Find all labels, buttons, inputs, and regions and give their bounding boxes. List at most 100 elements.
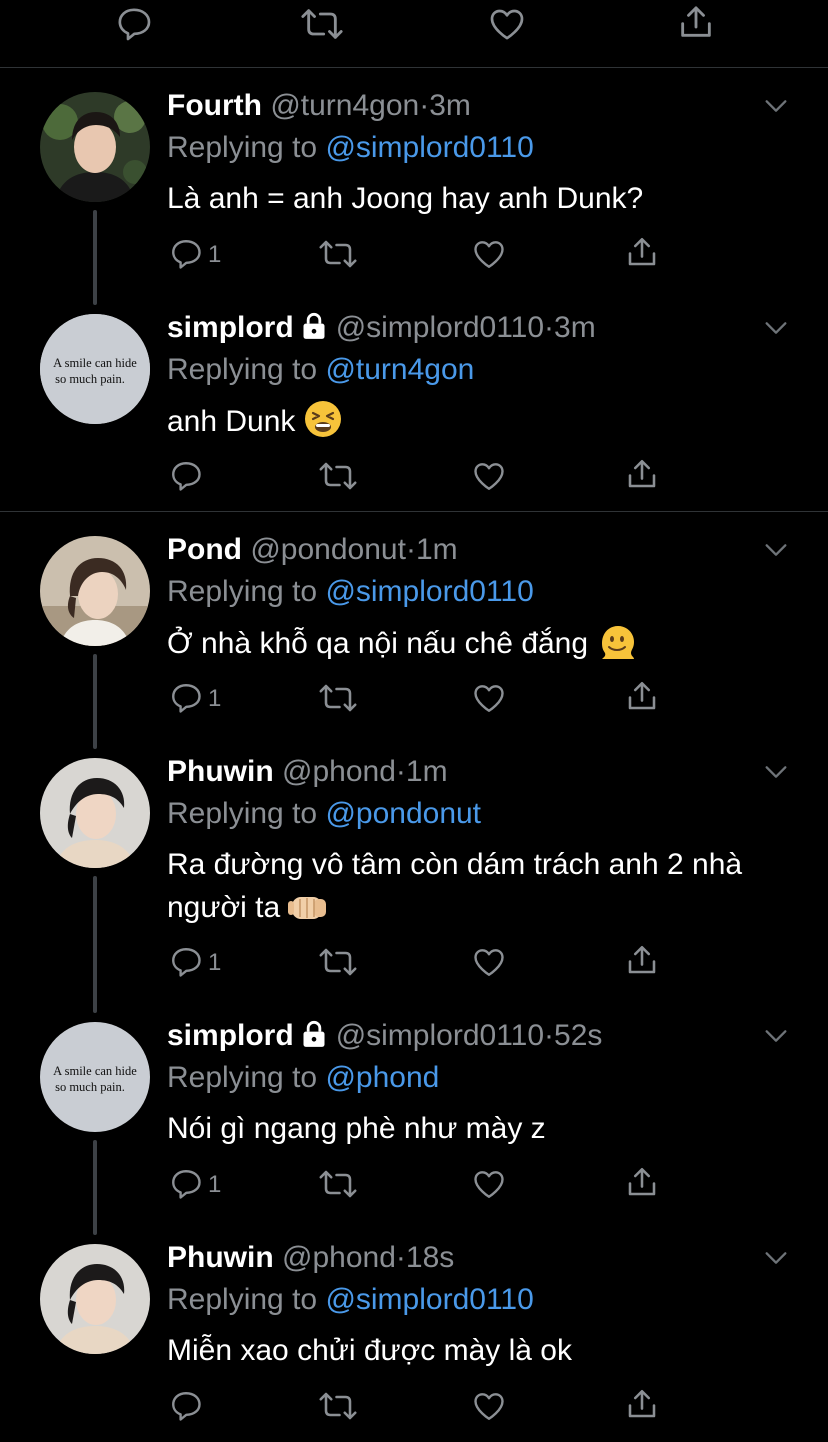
chevron-down-icon[interactable] (762, 314, 790, 342)
user-handle[interactable]: @phond (282, 755, 396, 788)
share-icon[interactable] (624, 678, 660, 714)
melting-face-emoji (596, 621, 638, 673)
retweet-icon[interactable] (318, 944, 358, 980)
thread-line (93, 210, 97, 305)
tired-face-emoji (303, 399, 343, 451)
tweet-text-content: Ở nhà khỗ qa nội nấu chê đắng (167, 627, 589, 660)
reply-prefix: Replying to (167, 1061, 318, 1094)
retweet-icon[interactable] (318, 680, 358, 716)
timestamp[interactable]: 52s (554, 1019, 602, 1052)
timestamp[interactable]: 18s (406, 1241, 454, 1274)
chevron-down-icon[interactable] (762, 1022, 790, 1050)
share-icon[interactable] (624, 1164, 660, 1200)
replying-to: Replying to @turn4gon (167, 350, 474, 390)
timestamp[interactable]: 3m (429, 89, 471, 122)
thread-line (93, 1140, 97, 1235)
reply-prefix: Replying to (167, 797, 318, 830)
tweet-text-line: Ra đường vô tâm còn dám trách anh 2 nhà (167, 848, 743, 881)
user-handle[interactable]: @simplord0110 (336, 311, 544, 344)
separator-dot: · (544, 1019, 555, 1052)
tweet-header: Phuwin @phond·18s (167, 1238, 454, 1278)
share-icon[interactable] (624, 1386, 660, 1422)
timestamp[interactable]: 1m (406, 755, 448, 788)
mention-link[interactable]: @turn4gon (325, 353, 474, 386)
avatar[interactable] (40, 1244, 150, 1354)
user-handle[interactable]: @pondonut (250, 533, 406, 566)
avatar[interactable]: A smile can hide so much pain. (40, 1022, 150, 1132)
avatar-quote-line2: so much pain. (55, 1080, 125, 1094)
display-name[interactable]: simplord (167, 1019, 294, 1052)
reply-icon[interactable] (168, 236, 204, 272)
like-icon[interactable] (471, 944, 507, 980)
reply-count: 1 (208, 1171, 222, 1198)
chevron-down-icon[interactable] (762, 536, 790, 564)
like-icon[interactable] (471, 458, 507, 494)
chevron-down-icon[interactable] (762, 92, 790, 120)
reply-prefix: Replying to (167, 1283, 318, 1316)
lock-icon (300, 1019, 328, 1059)
reply-count: 1 (208, 685, 222, 712)
share-icon[interactable] (624, 942, 660, 978)
replying-to: Replying to @pondonut (167, 794, 481, 834)
tweet-text: Miễn xao chửi được mày là ok (167, 1334, 572, 1367)
retweet-icon[interactable] (318, 1166, 358, 1202)
mention-link[interactable]: @pondonut (325, 797, 481, 830)
display-name[interactable]: Pond (167, 533, 242, 566)
retweet-icon[interactable] (300, 4, 344, 44)
thread-line (93, 654, 97, 749)
mention-link[interactable]: @phond (325, 1061, 439, 1094)
lock-icon (300, 311, 328, 351)
user-handle[interactable]: @phond (282, 1241, 396, 1274)
mention-link[interactable]: @simplord0110 (325, 575, 533, 608)
tweet-header: simplord @simplord0110·3m (167, 308, 596, 348)
chevron-down-icon[interactable] (762, 758, 790, 786)
like-icon[interactable] (471, 680, 507, 716)
avatar-quote-line1: A smile can hide (53, 1064, 137, 1078)
reply-icon[interactable] (168, 1388, 204, 1424)
retweet-icon[interactable] (318, 458, 358, 494)
chevron-down-icon[interactable] (762, 1244, 790, 1272)
like-icon[interactable] (471, 1388, 507, 1424)
display-name[interactable]: simplord (167, 311, 294, 344)
fist-emoji (288, 887, 330, 937)
replying-to: Replying to @simplord0110 (167, 128, 534, 168)
mention-link[interactable]: @simplord0110 (325, 1283, 533, 1316)
mention-link[interactable]: @simplord0110 (325, 131, 533, 164)
avatar[interactable]: A smile can hide so much pain. (40, 314, 150, 424)
like-icon[interactable] (471, 1166, 507, 1202)
tweet-header: Pond @pondonut·1m (167, 530, 458, 570)
display-name[interactable]: Phuwin (167, 1241, 274, 1274)
tweet-text: Ở nhà khỗ qa nội nấu chê đắng (167, 621, 797, 673)
avatar[interactable] (40, 536, 150, 646)
avatar-quote-line1: A smile can hide (53, 356, 137, 370)
reply-icon[interactable] (168, 1166, 204, 1202)
avatar-quote-line2: so much pain. (55, 372, 125, 386)
reply-icon[interactable] (114, 4, 154, 44)
avatar[interactable] (40, 758, 150, 868)
replying-to: Replying to @simplord0110 (167, 572, 534, 612)
retweet-icon[interactable] (318, 1388, 358, 1424)
tweet-text: Là anh = anh Joong hay anh Dunk? (167, 182, 644, 215)
share-icon[interactable] (676, 2, 716, 42)
reply-icon[interactable] (168, 944, 204, 980)
timestamp[interactable]: 1m (416, 533, 458, 566)
divider (0, 511, 828, 512)
timestamp[interactable]: 3m (554, 311, 596, 344)
separator-dot: · (544, 311, 555, 344)
reply-icon[interactable] (168, 680, 204, 716)
like-icon[interactable] (471, 236, 507, 272)
reply-icon[interactable] (168, 458, 204, 494)
user-handle[interactable]: @simplord0110 (336, 1019, 544, 1052)
tweet-header: simplord @simplord0110·52s (167, 1016, 602, 1056)
like-icon[interactable] (487, 4, 527, 44)
tweet-text: Ra đường vô tâm còn dám trách anh 2 nhà … (167, 843, 807, 937)
share-icon[interactable] (624, 456, 660, 492)
display-name[interactable]: Phuwin (167, 755, 274, 788)
retweet-icon[interactable] (318, 236, 358, 272)
user-handle[interactable]: @turn4gon (270, 89, 419, 122)
share-icon[interactable] (624, 234, 660, 270)
avatar[interactable] (40, 92, 150, 202)
tweet-text: Nói gì ngang phè như mày z (167, 1112, 546, 1145)
tweet-text-content: anh Dunk (167, 405, 296, 438)
display-name[interactable]: Fourth (167, 89, 262, 122)
